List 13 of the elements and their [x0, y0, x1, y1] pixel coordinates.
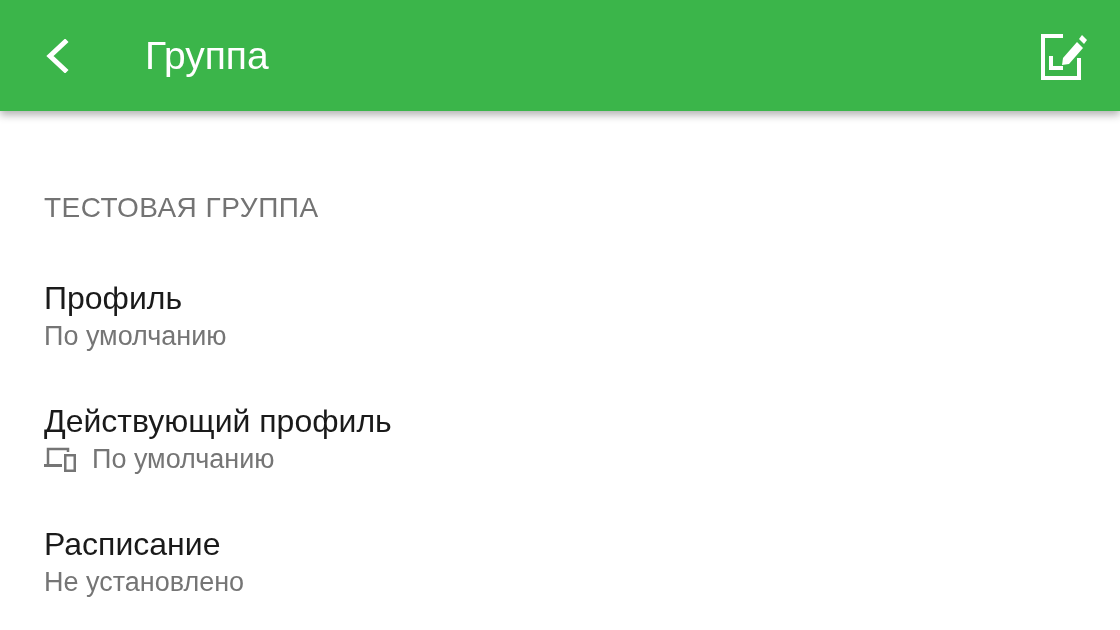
- edit-button[interactable]: [1041, 31, 1087, 80]
- back-icon: [44, 38, 70, 73]
- setting-title[interactable]: Действующий профиль: [44, 402, 392, 440]
- setting-title[interactable]: Расписание: [44, 525, 221, 563]
- setting-title[interactable]: Профиль: [44, 279, 183, 317]
- back-button[interactable]: [44, 38, 70, 73]
- devices-icon: [44, 446, 76, 472]
- setting-value: По умолчанию: [44, 320, 227, 353]
- setting-value: Не установлено: [44, 566, 245, 599]
- section-header: ТЕСТОВАЯ ГРУППА: [44, 191, 320, 225]
- screen-title: Группа: [145, 32, 270, 79]
- setting-value: По умолчанию: [92, 443, 275, 476]
- edit-icon: [1041, 31, 1087, 80]
